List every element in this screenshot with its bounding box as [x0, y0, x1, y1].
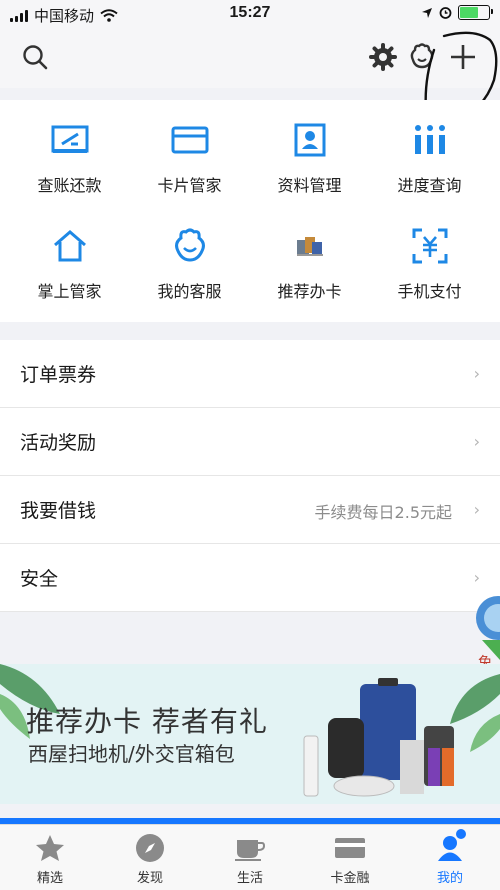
- notification-dot: [456, 829, 466, 839]
- grid-item-label: 我的客服: [157, 282, 222, 301]
- settings-gear-icon[interactable]: [366, 40, 400, 74]
- tab-label: 卡金融: [330, 871, 370, 886]
- bill-repay-icon: [50, 120, 90, 160]
- grid-item-label: 推荐办卡: [277, 282, 342, 301]
- compass-icon: [133, 833, 167, 863]
- list-item-label: 我要借钱: [20, 500, 97, 522]
- tab-mine[interactable]: 我的: [400, 825, 500, 890]
- tab-life[interactable]: 生活: [200, 825, 300, 890]
- star-icon: [33, 833, 67, 863]
- grid-item-profile-manage[interactable]: 资料管理: [247, 100, 372, 200]
- list-item-value: 手续费每日2.5元起: [314, 503, 452, 522]
- list-item-label: 安全: [20, 568, 59, 590]
- tab-label: 我的: [436, 871, 463, 886]
- chevron-right-icon: ›: [473, 500, 480, 519]
- home-icon: [50, 226, 90, 266]
- banner-headline: 推荐办卡 荐者有礼: [26, 705, 268, 738]
- grid-item-progress-query[interactable]: 进度查询: [367, 100, 492, 200]
- status-bar: 中国移动 15:27: [0, 0, 500, 28]
- chevron-right-icon: ›: [473, 432, 480, 451]
- search-icon[interactable]: [18, 40, 52, 74]
- grid-item-card-manager[interactable]: 卡片管家: [127, 100, 252, 200]
- alarm-icon: [439, 7, 452, 19]
- bottom-tabbar: 精选 发现 生活 卡金融 我的: [0, 824, 500, 890]
- profile-card-icon: [290, 120, 330, 160]
- grid-item-label: 资料管理: [277, 176, 342, 195]
- tab-label: 生活: [236, 871, 263, 886]
- tab-label: 发现: [136, 871, 163, 886]
- chevron-right-icon: ›: [473, 568, 480, 587]
- feature-grid: 查账还款 卡片管家 资料管理 进度查询 掌上管家 我的客服 推荐办卡 手机支付: [0, 100, 500, 322]
- grid-item-label: 进度查询: [397, 176, 462, 195]
- list-item-rewards[interactable]: 活动奖励 ›: [0, 408, 500, 476]
- grid-item-palm-manager[interactable]: 掌上管家: [7, 206, 132, 306]
- grid-item-label: 手机支付: [397, 282, 462, 301]
- coffee-cup-icon: [233, 833, 267, 863]
- card-finance-icon: [333, 833, 367, 863]
- tab-featured[interactable]: 精选: [0, 825, 100, 890]
- grid-item-mobile-pay[interactable]: 手机支付: [367, 206, 492, 306]
- progress-bars-icon: [410, 120, 450, 160]
- tab-discover[interactable]: 发现: [100, 825, 200, 890]
- grid-item-bill-repay[interactable]: 查账还款: [7, 100, 132, 200]
- card-icon: [170, 120, 210, 160]
- products-illustration: [303, 678, 454, 797]
- list-item-orders-tickets[interactable]: 订单票券 ›: [0, 340, 500, 408]
- list-item-label: 订单票券: [20, 364, 97, 386]
- top-navbar: [0, 28, 500, 125]
- location-arrow-icon: [422, 7, 432, 18]
- grid-item-label: 查账还款: [37, 176, 102, 195]
- grid-item-customer-service[interactable]: 我的客服: [127, 206, 252, 306]
- grid-item-label: 卡片管家: [157, 176, 222, 195]
- grid-item-recommend-card[interactable]: 推荐办卡: [247, 206, 372, 306]
- battery-icon: [458, 5, 493, 20]
- banner-subline: 西屋扫地机/外交官箱包: [28, 742, 235, 766]
- tab-label: 精选: [36, 871, 63, 886]
- list-item-security[interactable]: 安全 ›: [0, 544, 500, 612]
- mobile-pay-icon: [410, 226, 450, 266]
- menu-list: 订单票券 › 活动奖励 › 我要借钱 手续费每日2.5元起 › 安全 ›: [0, 340, 500, 612]
- list-item-label: 活动奖励: [20, 432, 97, 454]
- chevron-right-icon: ›: [473, 364, 480, 383]
- promo-banner[interactable]: 推荐办卡 荐者有礼 西屋扫地机/外交官箱包: [0, 664, 500, 804]
- customer-service-icon: [170, 226, 210, 266]
- list-item-borrow-money[interactable]: 我要借钱 手续费每日2.5元起 ›: [0, 476, 500, 544]
- grid-item-label: 掌上管家: [37, 282, 102, 301]
- recommend-card-icon: [290, 226, 330, 266]
- tab-card-finance[interactable]: 卡金融: [300, 825, 400, 890]
